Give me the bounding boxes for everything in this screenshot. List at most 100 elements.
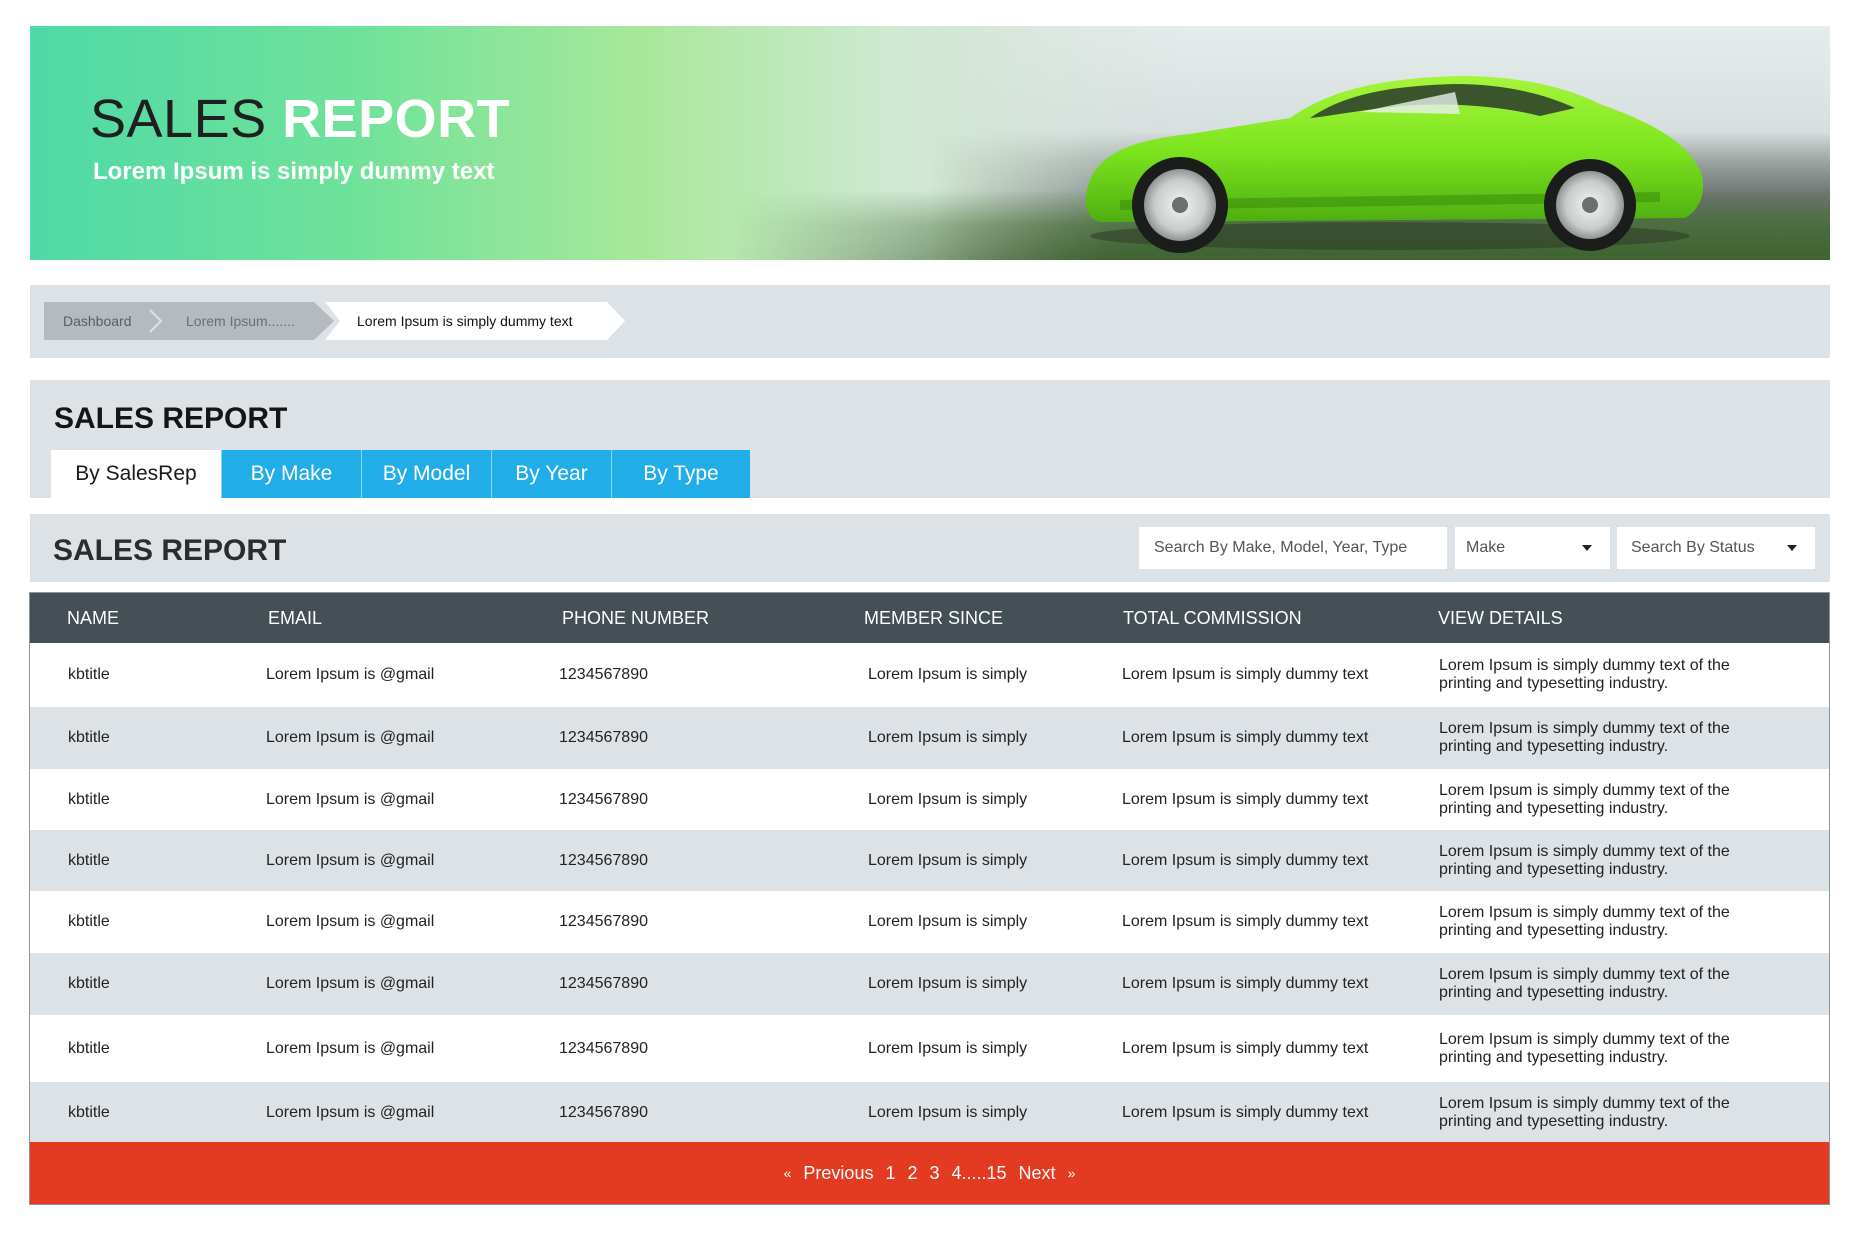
cell-details[interactable]: Lorem Ipsum is simply dummy text of the … — [1439, 1015, 1769, 1082]
cell-name: kbtitle — [68, 1104, 110, 1121]
table-row[interactable]: kbtitle Lorem Ipsum is @gmail 1234567890… — [30, 891, 1829, 953]
cell-commission: Lorem Ipsum is simply dummy text — [1122, 729, 1369, 746]
cell-member-since: Lorem Ipsum is simply — [868, 1104, 1028, 1121]
cell-member-since: Lorem Ipsum is simply — [868, 851, 1028, 869]
tab-by-salesrep[interactable]: By SalesRep — [51, 450, 222, 498]
cell-commission: Lorem Ipsum is simply dummy text — [1122, 851, 1369, 869]
tab-by-year[interactable]: By Year — [492, 450, 612, 498]
cell-details[interactable]: Lorem Ipsum is simply dummy text of the … — [1439, 643, 1769, 707]
make-select-value: Make — [1466, 539, 1506, 556]
cell-commission: Lorem Ipsum is simply dummy text — [1122, 666, 1369, 683]
cell-name: kbtitle — [68, 790, 110, 808]
hero-banner: SALES REPORT Lorem Ipsum is simply dummy… — [30, 26, 1830, 260]
cell-details[interactable]: Lorem Ipsum is simply dummy text of the … — [1439, 769, 1769, 830]
cell-phone: 1234567890 — [559, 790, 648, 808]
search-input[interactable] — [1139, 527, 1447, 569]
previous-page-link[interactable]: Previous — [803, 1163, 873, 1184]
breadcrumb: Dashboard Lorem Ipsum....... Lorem Ipsum… — [30, 285, 1830, 358]
double-chevron-left-icon[interactable]: « — [784, 1165, 792, 1181]
cell-name: kbtitle — [68, 851, 110, 869]
cell-phone: 1234567890 — [559, 666, 648, 683]
column-header-name: NAME — [67, 607, 120, 628]
page-link-3[interactable]: 3 — [929, 1163, 939, 1184]
page-title: SALES REPORT — [54, 402, 288, 435]
pagination: « Previous 1 2 3 4.....15 Next » — [30, 1142, 1829, 1204]
cell-details[interactable]: Lorem Ipsum is simply dummy text of the … — [1439, 830, 1769, 891]
cell-email: Lorem Ipsum is @gmail — [266, 666, 435, 683]
next-page-link[interactable]: Next — [1019, 1163, 1056, 1184]
cell-details[interactable]: Lorem Ipsum is simply dummy text of the … — [1439, 1082, 1769, 1144]
cell-phone: 1234567890 — [559, 729, 648, 746]
cell-phone: 1234567890 — [559, 1104, 648, 1121]
cell-email: Lorem Ipsum is @gmail — [266, 1039, 435, 1057]
cell-name: kbtitle — [68, 975, 110, 992]
cell-phone: 1234567890 — [559, 913, 648, 930]
chevron-right-icon — [149, 309, 163, 333]
cell-phone: 1234567890 — [559, 851, 648, 869]
cell-email: Lorem Ipsum is @gmail — [266, 913, 435, 930]
make-select[interactable]: Make — [1455, 527, 1610, 569]
report-tabs: By SalesRep By Make By Model By Year By … — [51, 450, 750, 498]
column-header-view-details: VIEW DETAILS — [1438, 607, 1563, 628]
cell-email: Lorem Ipsum is @gmail — [266, 729, 435, 746]
table-row[interactable]: kbtitle Lorem Ipsum is @gmail 1234567890… — [30, 830, 1829, 891]
list-toolbar: SALES REPORT Make Search By Status — [30, 514, 1830, 582]
cell-commission: Lorem Ipsum is simply dummy text — [1122, 790, 1369, 808]
sports-car-image — [1085, 76, 1704, 253]
tab-by-model[interactable]: By Model — [362, 450, 492, 498]
table-row[interactable]: kbtitle Lorem Ipsum is @gmail 1234567890… — [30, 769, 1829, 830]
cell-details[interactable]: Lorem Ipsum is simply dummy text of the … — [1439, 891, 1769, 953]
page-link-range[interactable]: 4.....15 — [952, 1163, 1007, 1184]
cell-phone: 1234567890 — [559, 975, 648, 992]
cell-name: kbtitle — [68, 729, 110, 746]
breadcrumb-item-current: Lorem Ipsum is simply dummy text — [325, 302, 625, 340]
tab-panel: SALES REPORT By SalesRep By Make By Mode… — [30, 380, 1830, 498]
cell-commission: Lorem Ipsum is simply dummy text — [1122, 913, 1369, 930]
table-body: kbtitle Lorem Ipsum is @gmail 1234567890… — [30, 643, 1829, 1144]
section-title: SALES REPORT — [53, 534, 287, 567]
cell-commission: Lorem Ipsum is simply dummy text — [1122, 975, 1369, 992]
cell-details[interactable]: Lorem Ipsum is simply dummy text of the … — [1439, 707, 1769, 769]
hero-title-part1: SALES — [90, 89, 267, 149]
sales-table: NAME EMAIL PHONE NUMBER MEMBER SINCE TOT… — [29, 592, 1830, 1205]
cell-member-since: Lorem Ipsum is simply — [868, 790, 1028, 808]
cell-name: kbtitle — [68, 913, 110, 930]
cell-email: Lorem Ipsum is @gmail — [266, 1104, 435, 1121]
cell-member-since: Lorem Ipsum is simply — [868, 1039, 1028, 1057]
cell-member-since: Lorem Ipsum is simply — [868, 975, 1028, 992]
breadcrumb-label-lorem: Lorem Ipsum....... — [186, 313, 295, 329]
column-header-member-since: MEMBER SINCE — [864, 607, 1004, 628]
table-row[interactable]: kbtitle Lorem Ipsum is @gmail 1234567890… — [30, 1015, 1829, 1082]
table-row[interactable]: kbtitle Lorem Ipsum is @gmail 1234567890… — [30, 1082, 1829, 1144]
table-row[interactable]: kbtitle Lorem Ipsum is @gmail 1234567890… — [30, 707, 1829, 769]
breadcrumb-item-lorem[interactable]: Lorem Ipsum....... — [186, 302, 295, 340]
page-link-1[interactable]: 1 — [885, 1163, 895, 1184]
cell-email: Lorem Ipsum is @gmail — [266, 975, 435, 992]
status-select[interactable]: Search By Status — [1617, 527, 1815, 569]
cell-commission: Lorem Ipsum is simply dummy text — [1122, 1039, 1369, 1057]
cell-member-since: Lorem Ipsum is simply — [868, 729, 1028, 746]
cell-name: kbtitle — [68, 1039, 110, 1057]
status-select-value: Search By Status — [1631, 539, 1755, 556]
tab-by-make[interactable]: By Make — [222, 450, 362, 498]
cell-member-since: Lorem Ipsum is simply — [868, 913, 1028, 930]
page-link-2[interactable]: 2 — [907, 1163, 917, 1184]
hero-title: SALES REPORT — [90, 92, 510, 146]
tab-by-type[interactable]: By Type — [612, 450, 750, 498]
table-row[interactable]: kbtitle Lorem Ipsum is @gmail 1234567890… — [30, 643, 1829, 707]
cell-commission: Lorem Ipsum is simply dummy text — [1122, 1104, 1369, 1121]
cell-details[interactable]: Lorem Ipsum is simply dummy text of the … — [1439, 953, 1769, 1015]
cell-phone: 1234567890 — [559, 1039, 648, 1057]
hero-title-part2: REPORT — [282, 89, 511, 149]
table-row[interactable]: kbtitle Lorem Ipsum is @gmail 1234567890… — [30, 953, 1829, 1015]
cell-email: Lorem Ipsum is @gmail — [266, 790, 435, 808]
caret-down-icon — [1787, 545, 1797, 551]
cell-member-since: Lorem Ipsum is simply — [868, 666, 1028, 683]
caret-down-icon — [1582, 545, 1592, 551]
cell-name: kbtitle — [68, 666, 110, 683]
column-header-total-commission: TOTAL COMMISSION — [1123, 607, 1302, 628]
breadcrumb-label-current: Lorem Ipsum is simply dummy text — [357, 313, 573, 329]
cell-email: Lorem Ipsum is @gmail — [266, 851, 435, 869]
breadcrumb-label-dashboard: Dashboard — [63, 313, 132, 329]
double-chevron-right-icon[interactable]: » — [1068, 1165, 1076, 1181]
